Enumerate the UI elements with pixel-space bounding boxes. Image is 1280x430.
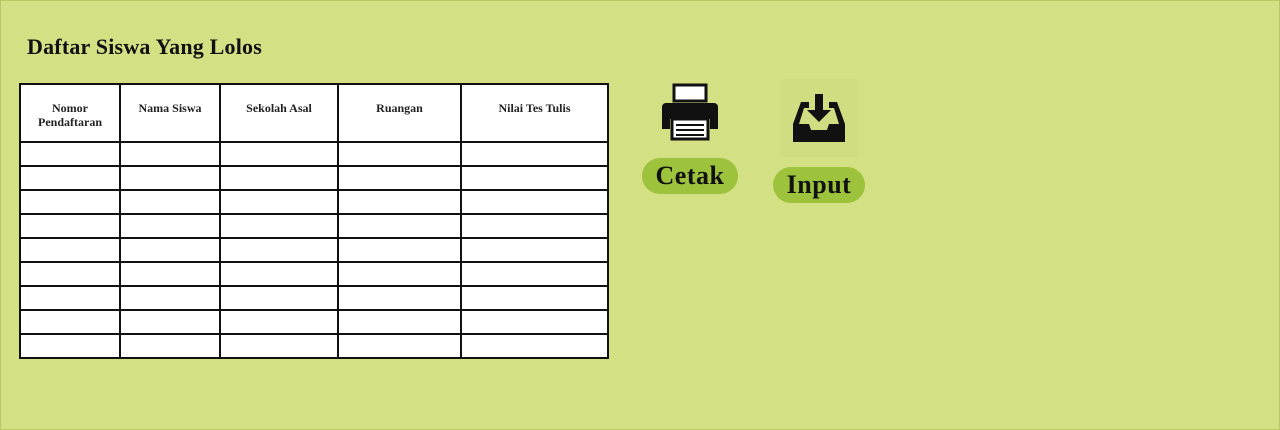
table-cell: [119, 213, 221, 239]
table-cell: [219, 213, 339, 239]
table-row: [19, 309, 609, 335]
table-cell: [119, 237, 221, 263]
table-cell: [460, 141, 609, 167]
table-cell: [19, 213, 121, 239]
table-cell: [19, 141, 121, 167]
print-button-label: Cetak: [641, 158, 739, 194]
table-cell: [337, 309, 462, 335]
table-row: [19, 189, 609, 215]
table-cell: [19, 333, 121, 359]
table-cell: [460, 309, 609, 335]
table-cell: [19, 189, 121, 215]
column-header-sekolah-asal: Sekolah Asal: [219, 83, 339, 143]
column-header-label: Nomor Pendaftaran: [38, 101, 102, 129]
table-row: [19, 141, 609, 167]
table-cell: [119, 165, 221, 191]
table-cell: [337, 333, 462, 359]
table-cell: [337, 213, 462, 239]
table-row: [19, 213, 609, 239]
table-cell: [460, 165, 609, 191]
column-header-nomor-pendaftaran: Nomor Pendaftaran: [19, 83, 121, 143]
table-cell: [337, 285, 462, 311]
table-row: [19, 285, 609, 311]
table-cell: [119, 141, 221, 167]
table-body: [19, 141, 609, 359]
table-row: [19, 333, 609, 359]
table-cell: [219, 237, 339, 263]
table-header-row: Nomor Pendaftaran Nama Siswa Sekolah Asal…: [19, 83, 609, 143]
input-button-label: Input: [772, 167, 866, 203]
table-row: [19, 261, 609, 287]
table-row: [19, 237, 609, 263]
table-cell: [337, 141, 462, 167]
printer-icon: [640, 79, 740, 148]
table-cell: [219, 309, 339, 335]
table-cell: [19, 165, 121, 191]
table-cell: [337, 165, 462, 191]
input-button[interactable]: Input: [769, 79, 869, 203]
table-cell: [19, 237, 121, 263]
table-cell: [19, 261, 121, 287]
column-header-nama-siswa: Nama Siswa: [119, 83, 221, 143]
table-cell: [460, 213, 609, 239]
table-cell: [119, 285, 221, 311]
table-cell: [19, 309, 121, 335]
table-cell: [119, 333, 221, 359]
table-row: [19, 165, 609, 191]
table-cell: [460, 333, 609, 359]
table-cell: [219, 189, 339, 215]
table-cell: [337, 261, 462, 287]
table-cell: [460, 261, 609, 287]
table-cell: [119, 189, 221, 215]
page-frame: Daftar Siswa Yang Lolos Nomor Pendaftaran…: [0, 0, 1280, 430]
print-button[interactable]: Cetak: [640, 79, 740, 194]
table-cell: [337, 189, 462, 215]
column-header-nilai-tes-tulis: Nilai Tes Tulis: [460, 83, 609, 143]
column-header-ruangan: Ruangan: [337, 83, 462, 143]
table-cell: [119, 309, 221, 335]
students-table: Nomor Pendaftaran Nama Siswa Sekolah Asal…: [19, 83, 609, 359]
table-cell: [219, 333, 339, 359]
inbox-download-icon: [780, 79, 858, 157]
table-cell: [119, 261, 221, 287]
table-cell: [19, 285, 121, 311]
table-cell: [337, 237, 462, 263]
table-cell: [219, 285, 339, 311]
table-cell: [219, 141, 339, 167]
table-cell: [460, 189, 609, 215]
page-title: Daftar Siswa Yang Lolos: [27, 34, 263, 59]
table-cell: [219, 261, 339, 287]
table-cell: [460, 237, 609, 263]
table-cell: [219, 165, 339, 191]
table-cell: [460, 285, 609, 311]
